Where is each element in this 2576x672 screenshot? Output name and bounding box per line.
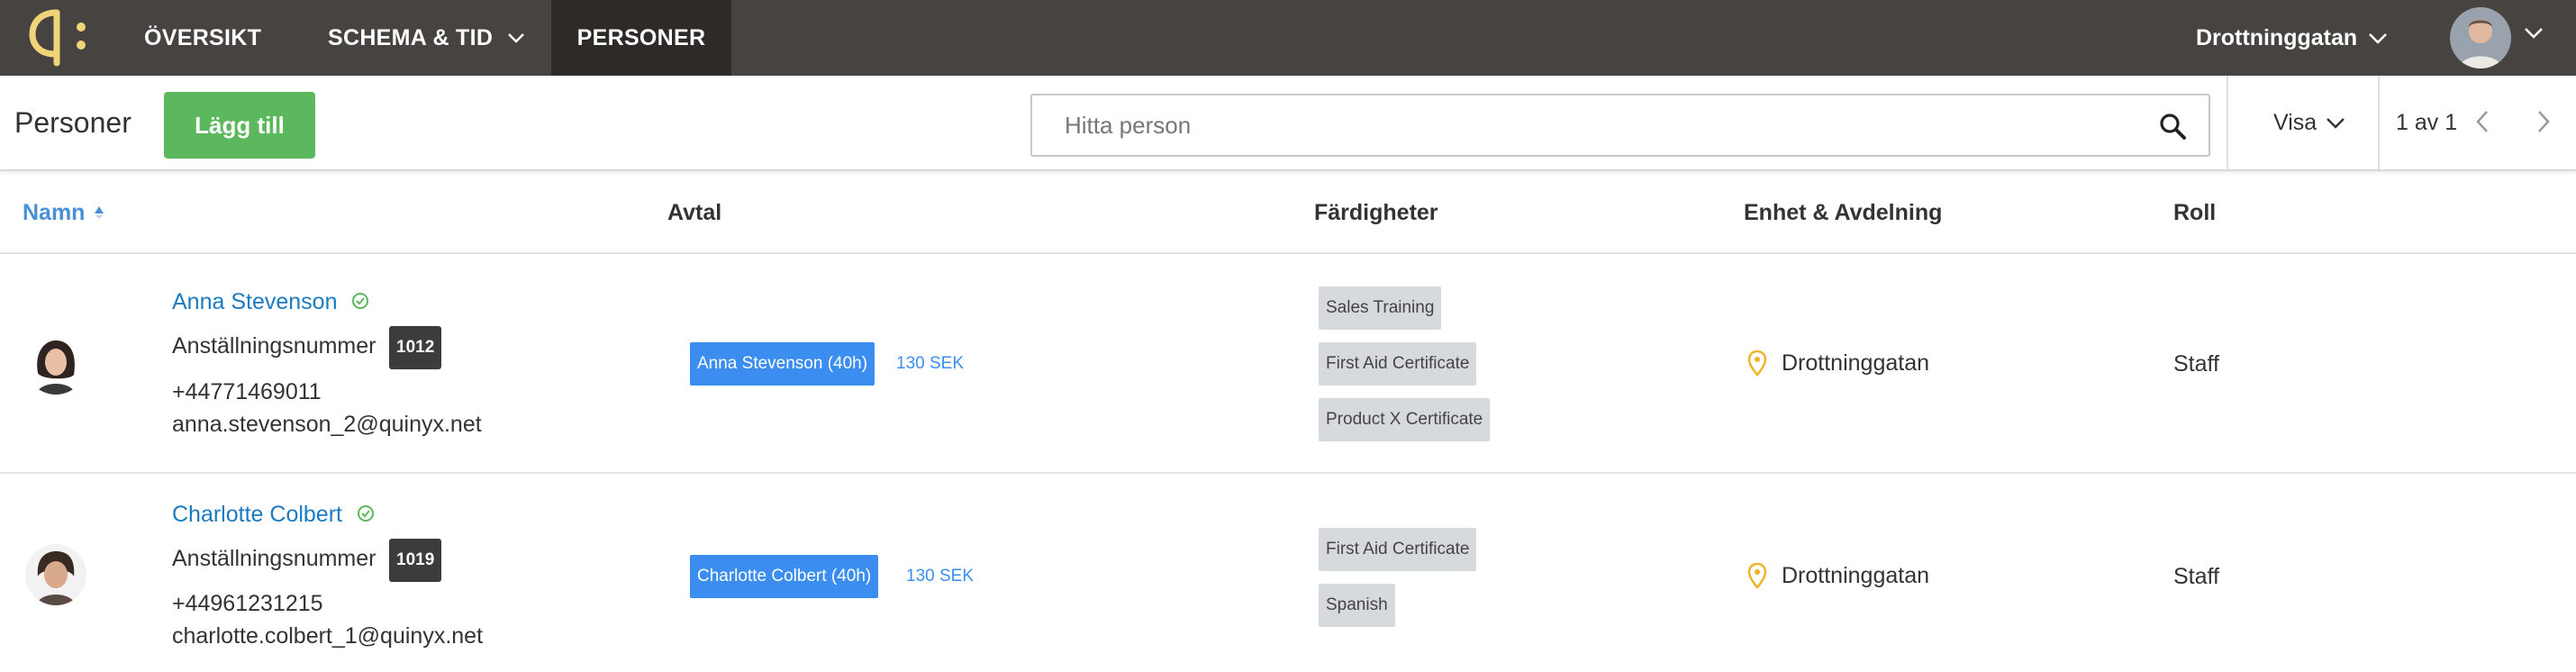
add-person-button[interactable]: Lägg till: [164, 92, 315, 159]
unit-location: Drottninggatan: [1747, 562, 1929, 589]
location-pin-icon: [1747, 562, 1767, 589]
location-pin-icon: [1747, 350, 1767, 377]
person-name: Anna Stevenson: [172, 289, 338, 314]
verified-check-icon: [352, 293, 369, 310]
contract-badge[interactable]: Anna Stevenson (40h): [690, 342, 875, 386]
location-selector[interactable]: Drottninggatan: [2196, 0, 2388, 76]
skill-tag: First Aid Certificate: [1319, 342, 1477, 386]
skill-tag: Spanish: [1319, 584, 1395, 627]
column-header-fardigheter[interactable]: Färdigheter: [1314, 171, 1438, 254]
chevron-down-icon: [2369, 32, 2388, 44]
unit-name: Drottninggatan: [1782, 562, 1930, 588]
nav-item-label: PERSONER: [576, 24, 706, 50]
unit-name: Drottninggatan: [1782, 350, 1930, 376]
nav-item-oversikt[interactable]: ÖVERSIKT: [144, 0, 261, 76]
person-phone: +44961231215: [172, 591, 323, 616]
column-header-avtal[interactable]: Avtal: [667, 171, 721, 254]
person-role: Staff: [2173, 351, 2219, 377]
view-dropdown-label: Visa: [2273, 109, 2317, 135]
skill-tag: Sales Training: [1319, 286, 1442, 330]
search-input[interactable]: [1065, 95, 2127, 155]
chevron-down-icon: [2327, 117, 2345, 129]
avatar: [25, 333, 86, 395]
nav-item-label: ÖVERSIKT: [144, 24, 262, 50]
page-count: 1 av 1: [2396, 109, 2458, 135]
skill-tag: First Aid Certificate: [1319, 528, 1477, 571]
chevron-right-icon[interactable]: [2536, 110, 2551, 133]
user-avatar[interactable]: [2450, 7, 2511, 68]
verified-check-icon: [357, 505, 374, 522]
page-title: Personer: [14, 106, 132, 139]
user-avatar-image: [2450, 7, 2511, 68]
person-name-link[interactable]: Charlotte Colbert: [172, 502, 375, 528]
page-toolbar: Personer Lägg till Visa 1 av 1: [0, 76, 2576, 171]
toolbar-divider: [2378, 76, 2380, 169]
person-phone: +44771469011: [172, 379, 322, 404]
person-email: charlotte.colbert_1@quinyx.net: [172, 623, 484, 649]
chevron-down-icon: [508, 33, 525, 43]
column-header-roll[interactable]: Roll: [2173, 171, 2216, 254]
employee-number-label: Anställningsnummer: [172, 546, 376, 571]
avatar: [25, 544, 86, 605]
table-row[interactable]: Charlotte Colbert Anställningsnummer 101…: [0, 476, 2576, 672]
column-header-enhet[interactable]: Enhet & Avdelning: [1744, 171, 1942, 254]
nav-item-personer[interactable]: PERSONER: [551, 0, 731, 76]
person-photo: [25, 333, 86, 395]
sort-ascending-icon: [95, 206, 104, 219]
chevron-left-icon[interactable]: [2475, 110, 2490, 133]
search-box: [1030, 94, 2210, 157]
column-header-name[interactable]: Namn: [23, 171, 104, 254]
employee-number-badge: 1019: [389, 539, 442, 582]
employee-number-badge: 1012: [389, 326, 442, 369]
chevron-down-icon[interactable]: [2524, 27, 2544, 39]
toolbar-divider: [2227, 76, 2228, 169]
quinyx-logo[interactable]: [27, 4, 95, 67]
table-header: Namn Avtal Färdigheter Enhet & Avdelning…: [0, 171, 2576, 254]
view-dropdown[interactable]: Visa: [2273, 76, 2345, 169]
person-name: Charlotte Colbert: [172, 502, 342, 527]
person-photo: [25, 544, 86, 605]
unit-location: Drottninggatan: [1747, 350, 1929, 377]
column-header-label: Namn: [23, 199, 86, 225]
search-icon[interactable]: [2158, 112, 2187, 141]
contract-rate: 130 SEK: [906, 567, 974, 586]
table-row[interactable]: Anna Stevenson Anställningsnummer 1012 +…: [0, 256, 2576, 474]
nav-item-schema-tid[interactable]: SCHEMA & TID: [328, 0, 525, 76]
skill-tag: Product X Certificate: [1319, 398, 1491, 441]
top-navigation-bar: ÖVERSIKT SCHEMA & TID PERSONER Drottning…: [0, 0, 2576, 76]
contract-badge[interactable]: Charlotte Colbert (40h): [690, 555, 879, 598]
contract-rate: 130 SEK: [896, 354, 964, 373]
person-role: Staff: [2173, 564, 2219, 589]
location-label: Drottninggatan: [2196, 24, 2358, 50]
employee-number-label: Anställningsnummer: [172, 333, 376, 359]
person-name-link[interactable]: Anna Stevenson: [172, 289, 369, 315]
person-email: anna.stevenson_2@quinyx.net: [172, 412, 482, 437]
nav-item-label: SCHEMA & TID: [328, 24, 494, 50]
